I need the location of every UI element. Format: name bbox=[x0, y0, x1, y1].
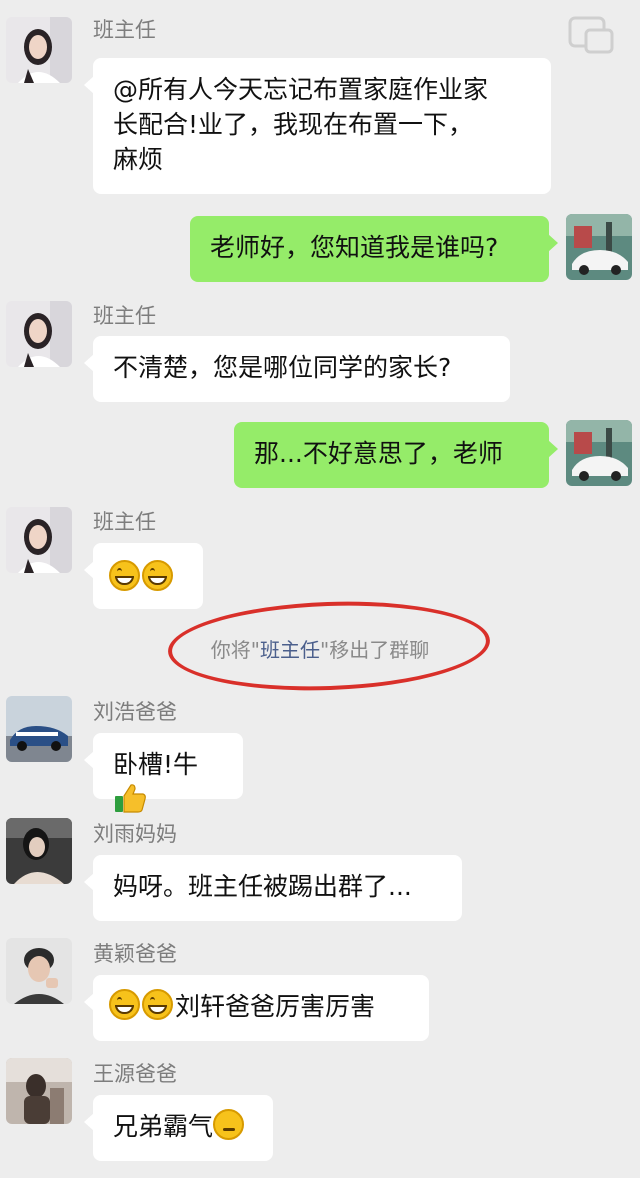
annotation-circle bbox=[166, 596, 492, 696]
thumbs-up-icon bbox=[113, 782, 147, 814]
message-text: 刘轩爸爸厉害厉害 bbox=[175, 992, 376, 1021]
message-bubble-outgoing[interactable]: 那...不好意思了，老师 bbox=[234, 422, 558, 488]
sender-name: 刘浩爸爸 bbox=[93, 700, 177, 724]
message-bubble[interactable]: 卧槽!牛 bbox=[84, 733, 243, 813]
message-text: 卧槽!牛 bbox=[113, 750, 199, 779]
message-text: 兄弟霸气 bbox=[113, 1112, 214, 1141]
sender-name: 王源爸爸 bbox=[93, 1062, 177, 1086]
grin-emoji-icon bbox=[142, 989, 173, 1020]
sender-name: 班主任 bbox=[93, 18, 156, 42]
sender-name: 黄颖爸爸 bbox=[93, 942, 177, 966]
avatar-liuyu-mother[interactable] bbox=[6, 818, 72, 884]
grin-emoji-icon bbox=[142, 560, 173, 591]
avatar-teacher[interactable] bbox=[6, 507, 72, 573]
message-bubble[interactable] bbox=[84, 543, 203, 609]
message-bubble-outgoing[interactable]: 老师好，您知道我是谁吗? bbox=[190, 216, 558, 282]
avatar-huangying-father[interactable] bbox=[6, 938, 72, 1004]
avatar-liuhao-father[interactable] bbox=[6, 696, 72, 762]
message-bubble[interactable]: 刘轩爸爸厉害厉害 bbox=[84, 975, 429, 1041]
message-bubble[interactable]: 妈呀。班主任被踢出群了... bbox=[84, 855, 462, 921]
sender-name: 刘雨妈妈 bbox=[93, 822, 177, 846]
message-bubble[interactable]: 不清楚，您是哪位同学的家长? bbox=[84, 336, 510, 402]
message-bubble[interactable]: @所有人今天忘记布置家庭作业家 长配合!业了，我现在布置一下， 麻烦 bbox=[84, 58, 551, 194]
grin-emoji-icon bbox=[109, 560, 140, 591]
message-bubble[interactable]: 兄弟霸气 bbox=[84, 1095, 273, 1161]
avatar-wangyuan-father[interactable] bbox=[6, 1058, 72, 1124]
sender-name: 班主任 bbox=[93, 304, 156, 328]
thinking-emoji-icon bbox=[213, 1109, 245, 1140]
avatar-teacher[interactable] bbox=[6, 301, 72, 367]
avatar-teacher[interactable] bbox=[6, 17, 72, 83]
grin-emoji-icon bbox=[109, 989, 140, 1020]
fullscreen-toggle-icon[interactable] bbox=[568, 16, 614, 56]
avatar-me[interactable] bbox=[566, 420, 632, 486]
sender-name: 班主任 bbox=[93, 510, 156, 534]
avatar-me[interactable] bbox=[566, 214, 632, 280]
